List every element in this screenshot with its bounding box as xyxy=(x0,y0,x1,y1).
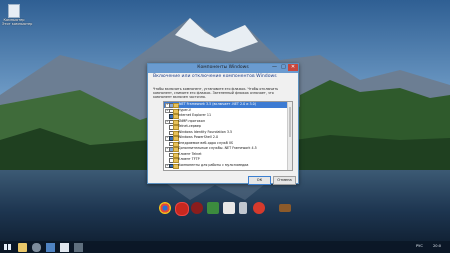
box-icon[interactable] xyxy=(279,204,291,212)
taskbar: РУС 20:0 xyxy=(0,241,450,253)
start-icon[interactable] xyxy=(4,243,11,251)
terminal-icon[interactable] xyxy=(223,202,235,214)
desktop-dock xyxy=(153,196,299,220)
dialog-body: Включение или отключение компонентов Win… xyxy=(148,73,298,185)
opera-icon[interactable] xyxy=(175,202,189,216)
minimize-button[interactable]: — xyxy=(270,64,279,71)
file-explorer-icon[interactable] xyxy=(18,242,27,252)
desktop-icon-label-2: Этот компьютер xyxy=(2,22,33,26)
ok-button[interactable]: ОК xyxy=(248,176,271,185)
maximize-button[interactable]: □ xyxy=(279,64,288,71)
computer-icon xyxy=(8,4,20,18)
dialog-heading: Включение или отключение компонентов Win… xyxy=(153,74,277,79)
chrome-icon[interactable] xyxy=(159,202,171,214)
feature-label: Компоненты для работы с мультимедиа xyxy=(178,162,249,167)
computer-desktop-icon[interactable]: Компьютер Этот компьютер xyxy=(2,4,33,32)
clock[interactable]: 20:0 xyxy=(433,244,441,248)
features-tree-rows: + .NET Framework 3.5 (включает .NET 2.0 и… xyxy=(164,102,292,169)
usb-drive-icon[interactable] xyxy=(239,202,247,214)
feature-row[interactable]: + Компоненты для работы с мультимедиа xyxy=(164,163,292,169)
language-indicator[interactable]: РУС xyxy=(416,244,423,248)
dialog-titlebar[interactable]: Компоненты Windows — □ ✕ xyxy=(148,64,298,73)
windows-features-dialog: Компоненты Windows — □ ✕ Включение или о… xyxy=(147,63,299,185)
app-icon[interactable] xyxy=(74,242,83,252)
download-manager-icon[interactable] xyxy=(253,202,265,214)
tree-scrollbar[interactable] xyxy=(287,102,292,170)
app-icon[interactable] xyxy=(60,242,69,252)
red-round-app-icon[interactable] xyxy=(191,202,203,214)
cancel-button[interactable]: Отмена xyxy=(273,176,296,185)
settings-icon[interactable] xyxy=(32,242,41,252)
system-monitor-icon[interactable] xyxy=(207,202,219,214)
app-icon[interactable] xyxy=(46,242,55,252)
tree-scrollbar-thumb[interactable] xyxy=(288,107,292,137)
features-tree[interactable]: + .NET Framework 3.5 (включает .NET 2.0 и… xyxy=(163,101,293,171)
close-button[interactable]: ✕ xyxy=(288,64,298,71)
dialog-description: Чтобы включить компонент, установите его… xyxy=(153,87,279,100)
